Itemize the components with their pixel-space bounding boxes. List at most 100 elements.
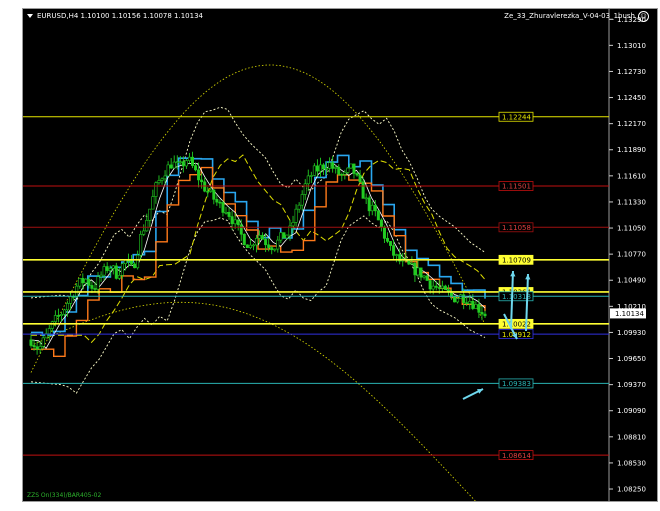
candle: [270, 247, 274, 251]
candle: [29, 339, 33, 346]
candle: [78, 278, 82, 287]
candle: [151, 196, 155, 210]
candle: [334, 166, 338, 169]
candle: [197, 169, 201, 181]
candle: [483, 313, 487, 317]
candle: [99, 274, 103, 277]
candle: [50, 321, 54, 329]
candle: [303, 183, 307, 195]
candle: [203, 181, 207, 192]
symbol-info: EURUSD,H4 1.10100 1.10156 1.10078 1.1013…: [37, 12, 203, 20]
candle: [480, 312, 484, 315]
candle: [84, 278, 88, 284]
candle: [233, 219, 237, 225]
candle: [87, 278, 91, 286]
candle: [56, 315, 60, 317]
candle: [251, 244, 255, 247]
candle: [325, 168, 329, 170]
candle: [261, 235, 265, 240]
candle: [230, 216, 234, 225]
candle: [346, 167, 350, 173]
candle: [166, 164, 170, 177]
candle: [425, 275, 429, 281]
candle: [133, 263, 137, 269]
axis-tick-label: 1.09650: [617, 355, 646, 363]
candle: [267, 244, 271, 248]
candle: [297, 204, 301, 210]
candle: [468, 301, 472, 304]
candle: [407, 259, 411, 265]
candle: [364, 197, 368, 200]
candle: [194, 165, 198, 171]
chevron-down-icon[interactable]: [27, 14, 33, 18]
candle: [361, 181, 365, 199]
candle: [90, 285, 94, 289]
candle: [264, 238, 268, 246]
candle: [279, 232, 283, 241]
candle: [337, 166, 341, 175]
price-chart[interactable]: 1.132901.130101.127301.124501.121701.118…: [23, 9, 658, 502]
candle: [148, 208, 152, 221]
axis-tick-label: 1.10770: [617, 251, 646, 259]
candle: [465, 302, 469, 304]
candle: [318, 164, 322, 172]
candle: [63, 309, 67, 315]
axis-tick-label: 1.09370: [617, 381, 646, 389]
candle: [343, 171, 347, 175]
level-label: 1.09383: [502, 380, 531, 388]
candle: [392, 245, 396, 256]
current-price-label: 1.10134: [615, 310, 644, 318]
candle: [154, 182, 158, 197]
candle: [157, 180, 161, 184]
candle: [224, 212, 228, 214]
candle: [215, 199, 219, 203]
candle: [358, 174, 362, 183]
candle: [209, 189, 213, 192]
candle: [123, 259, 127, 264]
candle: [379, 219, 383, 228]
candle: [273, 248, 277, 251]
candle: [120, 263, 124, 276]
candle: [474, 304, 478, 309]
candle: [443, 285, 447, 290]
candle: [395, 254, 399, 256]
candle: [32, 345, 36, 348]
indicator-name: Ze_33_Zhuravlerezka_V-04-03_1bush: [504, 12, 635, 20]
candle: [136, 254, 140, 269]
candle: [41, 337, 45, 347]
candle: [184, 160, 188, 167]
candle: [69, 296, 73, 304]
up-arrow-icon-head: [510, 271, 516, 277]
candle: [370, 204, 374, 212]
candle: [59, 314, 63, 316]
candle: [389, 241, 393, 246]
candle: [416, 267, 420, 276]
axis-tick-label: 1.12730: [617, 68, 646, 76]
candle: [352, 163, 356, 174]
candle: [172, 161, 176, 169]
candle: [315, 165, 319, 172]
axis-tick-label: 1.11050: [617, 225, 646, 233]
candle: [258, 235, 262, 239]
candle: [169, 164, 173, 169]
candle: [328, 162, 332, 169]
candle: [242, 233, 246, 246]
candle: [453, 295, 457, 303]
outer-lower-arc: [30, 301, 476, 501]
candle: [206, 190, 210, 193]
axis-tick-label: 1.08810: [617, 433, 646, 441]
candle: [221, 202, 225, 213]
candle: [355, 173, 359, 176]
axis-tick-label: 1.11610: [617, 172, 646, 180]
candle: [306, 175, 310, 185]
level-label: 1.11058: [502, 224, 531, 232]
candle: [440, 285, 444, 289]
chart-window[interactable]: 1.13290 1.13010 1.12730 1.12450 1.12170 1.118…: [22, 8, 658, 502]
candle: [130, 260, 134, 265]
candle: [81, 278, 85, 284]
axis-tick-label: 1.12170: [617, 120, 646, 128]
candle: [102, 266, 106, 276]
candle: [431, 285, 435, 290]
level-label: 1.12244: [502, 113, 531, 121]
candle: [93, 288, 97, 290]
